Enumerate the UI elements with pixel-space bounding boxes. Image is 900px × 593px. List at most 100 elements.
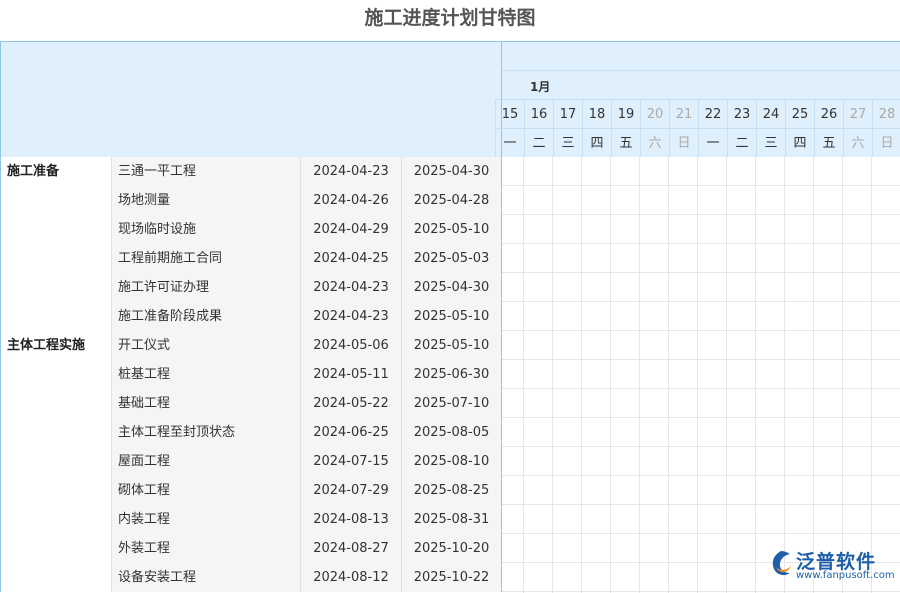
- start-date-cell: 2024-07-15: [300, 447, 401, 476]
- grid-row-line: [502, 359, 900, 360]
- start-date-cell: 2024-05-11: [300, 360, 401, 389]
- watermark-logo: 泛普软件 www.fanpusoft.com: [768, 545, 895, 585]
- day-number-cell: 20: [640, 99, 669, 128]
- start-date-cell: 2024-04-23: [300, 273, 401, 302]
- weekday-cell: 四: [785, 128, 814, 157]
- table-row[interactable]: 内装工程 2024-08-13 2025-08-31: [0, 505, 502, 534]
- group-cell: [0, 273, 111, 302]
- table-row[interactable]: 主体工程实施 开工仪式 2024-05-06 2025-05-10: [0, 331, 502, 360]
- table-row[interactable]: 桩基工程 2024-05-11 2025-06-30: [0, 360, 502, 389]
- task-name-cell: 桩基工程: [111, 360, 300, 389]
- task-name-cell: 开工仪式: [111, 331, 300, 360]
- end-date-cell: 2025-04-30: [401, 157, 502, 186]
- task-name-cell: 施工准备阶段成果: [111, 302, 300, 331]
- grid-column-line: [610, 157, 611, 593]
- group-cell: [0, 215, 111, 244]
- grid-row-line: [502, 272, 900, 273]
- table-row[interactable]: 场地测量 2024-04-26 2025-04-28: [0, 186, 502, 215]
- day-number-cell: 23: [727, 99, 756, 128]
- watermark-url: www.fanpusoft.com: [796, 570, 895, 581]
- table-row[interactable]: 主体工程至封顶状态 2024-06-25 2025-08-05: [0, 418, 502, 447]
- grid-row-line: [502, 591, 900, 592]
- grid-row-line: [502, 388, 900, 389]
- task-name-cell: 内装工程: [111, 505, 300, 534]
- fanpu-logo-icon: [772, 551, 791, 576]
- table-row[interactable]: 外装工程 2024-08-27 2025-10-20: [0, 534, 502, 563]
- group-cell: [0, 447, 111, 476]
- end-date-cell: 2025-05-10: [401, 302, 502, 331]
- start-date-cell: 2024-05-06: [300, 331, 401, 360]
- grid-column-line: [726, 157, 727, 593]
- grid-column-line: [523, 157, 524, 593]
- day-number-cell: 25: [785, 99, 814, 128]
- table-row[interactable]: 设备安装工程 2024-08-12 2025-10-22: [0, 563, 502, 592]
- start-date-cell: 2024-04-26: [300, 186, 401, 215]
- table-row[interactable]: 基础工程 2024-05-22 2025-07-10: [0, 389, 502, 418]
- group-cell: [0, 505, 111, 534]
- start-date-cell: 2024-07-29: [300, 476, 401, 505]
- weekday-cell: 六: [640, 128, 669, 157]
- group-cell: [0, 389, 111, 418]
- month-label: 1月: [530, 80, 551, 94]
- grid-row-line: [502, 533, 900, 534]
- grid-row-line: [502, 214, 900, 215]
- weekday-cell: 一: [495, 128, 524, 157]
- table-row[interactable]: 工程前期施工合同 2024-04-25 2025-05-03: [0, 244, 502, 273]
- task-name-cell: 屋面工程: [111, 447, 300, 476]
- weekday-cell: 二: [727, 128, 756, 157]
- weekday-cell: 二: [524, 128, 553, 157]
- weekday-cell: 一: [698, 128, 727, 157]
- grid-row-line: [502, 417, 900, 418]
- end-date-cell: 2025-10-22: [401, 563, 502, 592]
- end-date-cell: 2025-08-25: [401, 476, 502, 505]
- table-row[interactable]: 施工准备 三通一平工程 2024-04-23 2025-04-30: [0, 157, 502, 186]
- start-date-cell: 2024-06-25: [300, 418, 401, 447]
- grid-row-line: [502, 446, 900, 447]
- group-cell: [0, 186, 111, 215]
- task-name-cell: 施工许可证办理: [111, 273, 300, 302]
- grid-column-line: [552, 157, 553, 593]
- end-date-cell: 2025-04-30: [401, 273, 502, 302]
- start-date-cell: 2024-04-23: [300, 302, 401, 331]
- task-name-cell: 设备安装工程: [111, 563, 300, 592]
- grid-row-line: [502, 330, 900, 331]
- task-name-cell: 现场临时设施: [111, 215, 300, 244]
- day-number-cell: 16: [524, 99, 553, 128]
- group-cell: [0, 534, 111, 563]
- grid-column-line: [784, 157, 785, 593]
- grid-row-line: [502, 243, 900, 244]
- day-number-cell: 26: [814, 99, 843, 128]
- grid-row-line: [502, 185, 900, 186]
- group-cell: [0, 244, 111, 273]
- group-cell: 主体工程实施: [0, 331, 111, 360]
- start-date-cell: 2024-04-29: [300, 215, 401, 244]
- grid-column-line: [755, 157, 756, 593]
- group-cell: [0, 302, 111, 331]
- task-name-cell: 外装工程: [111, 534, 300, 563]
- table-row[interactable]: 屋面工程 2024-07-15 2025-08-10: [0, 447, 502, 476]
- weekday-cell: 日: [669, 128, 698, 157]
- end-date-cell: 2025-05-10: [401, 331, 502, 360]
- table-row[interactable]: 现场临时设施 2024-04-29 2025-05-10: [0, 215, 502, 244]
- group-cell: [0, 360, 111, 389]
- start-date-cell: 2024-08-12: [300, 563, 401, 592]
- weekday-cell: 五: [814, 128, 843, 157]
- day-number-cell: 18: [582, 99, 611, 128]
- grid-row-line: [502, 475, 900, 476]
- end-date-cell: 2025-08-05: [401, 418, 502, 447]
- page-title: 施工进度计划甘特图: [364, 7, 536, 29]
- grid-column-line: [871, 157, 872, 593]
- day-number-cell: 24: [756, 99, 785, 128]
- end-date-cell: 2025-07-10: [401, 389, 502, 418]
- table-row[interactable]: 砌体工程 2024-07-29 2025-08-25: [0, 476, 502, 505]
- task-name-cell: 主体工程至封顶状态: [111, 418, 300, 447]
- day-number-cell: 21: [669, 99, 698, 128]
- end-date-cell: 2025-08-31: [401, 505, 502, 534]
- table-row[interactable]: 施工许可证办理 2024-04-23 2025-04-30: [0, 273, 502, 302]
- month-row: 1月: [502, 70, 900, 99]
- weekday-cell: 日: [872, 128, 900, 157]
- grid-column-line: [639, 157, 640, 593]
- table-row[interactable]: 施工准备阶段成果 2024-04-23 2025-05-10: [0, 302, 502, 331]
- start-date-cell: 2024-08-13: [300, 505, 401, 534]
- group-cell: [0, 563, 111, 592]
